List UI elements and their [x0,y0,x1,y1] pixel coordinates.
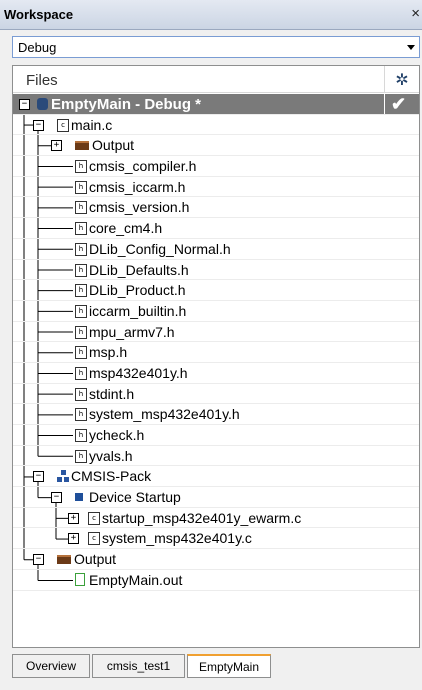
tree-item-label: mpu_armv7.h [89,323,175,340]
collapse-icon[interactable]: − [19,99,30,110]
tree-item-label: iccarm_builtin.h [89,302,187,319]
tab-overview[interactable]: Overview [12,654,90,678]
files-column-header: Files ✲ [13,66,419,93]
header-file-icon: h [75,201,87,215]
tree-item-label: DLib_Defaults.h [89,261,189,278]
tree-item[interactable]: h yvals.h [13,446,419,467]
tree-item[interactable]: h stdint.h [13,384,419,405]
tree-item[interactable]: − CMSIS-Pack [13,466,419,488]
c-file-icon: c [57,118,69,132]
header-file-icon: h [75,242,87,256]
configuration-value: Debug [18,40,57,55]
tree-item-label: cmsis_iccarm.h [89,178,186,195]
window-title: Workspace [4,7,74,22]
cmsis-pack-icon [57,470,70,483]
folder-icon [75,141,89,151]
tree-item[interactable]: + c startup_msp432e401y_ewarm.c [13,508,419,529]
gear-icon[interactable]: ✲ [387,70,417,90]
tree-item[interactable]: h iccarm_builtin.h [13,301,419,322]
close-icon[interactable]: × [411,6,420,22]
tree-item[interactable]: h cmsis_version.h [13,197,419,219]
output-file-icon [75,572,85,586]
collapse-icon[interactable]: − [33,119,44,131]
tree-item[interactable]: h DLib_Product.h [13,280,419,301]
tree-root-project[interactable]: − EmptyMain - Debug * ✔ [13,94,419,115]
expand-icon[interactable]: + [68,533,79,545]
tree-item[interactable]: EmptyMain.out [13,570,419,591]
tree-item-label: EmptyMain.out [89,571,183,588]
tree-item-label: Output [74,551,117,568]
tree-item-label: startup_msp432e401y_ewarm.c [102,509,302,526]
tree-item[interactable]: h cmsis_iccarm.h [13,177,419,198]
collapse-icon[interactable]: − [33,471,44,483]
tree-item-label: yvals.h [89,447,133,464]
header-file-icon: h [75,449,87,463]
header-file-icon: h [75,408,87,422]
project-icon [37,98,48,110]
workspace-titlebar: Workspace × [0,0,422,30]
workspace-tabs: Overview cmsis_test1 EmptyMain [12,654,422,678]
tree-item-label: DLib_Product.h [89,282,186,299]
tree-item-label: stdint.h [89,385,135,402]
header-file-icon: h [75,387,87,401]
tree-item-label: DLib_Config_Normal.h [89,240,231,257]
tree-item-label: cmsis_version.h [89,199,190,216]
files-tree-panel: Files ✲ − EmptyMain - Debug * ✔ − c main.c + Ou… [12,65,420,648]
tree-item-label: CMSIS-Pack [71,468,152,485]
chevron-down-icon[interactable] [407,45,415,50]
tree-item[interactable]: − Output [13,549,419,570]
header-file-icon: h [75,346,87,360]
header-file-icon: h [75,180,87,194]
folder-icon [57,555,71,565]
tree-item-label: ycheck.h [89,427,145,443]
header-file-icon: h [75,325,87,339]
collapse-icon[interactable]: − [51,492,62,504]
header-file-icon: h [75,160,87,174]
expand-icon[interactable]: + [51,140,62,152]
header-file-icon: h [75,304,87,318]
tree-item[interactable]: h DLib_Config_Normal.h [13,239,419,260]
file-tree: − EmptyMain - Debug * ✔ − c main.c + Output h cms… [13,94,419,591]
tree-item-label: msp.h [89,344,128,361]
tree-item-label: Output [92,137,135,154]
tree-item-label: Device Startup [89,489,181,506]
tree-item[interactable]: − c main.c [13,115,419,136]
tree-item-label: core_cm4.h [89,220,163,237]
files-column-label[interactable]: Files [26,72,58,89]
tree-item[interactable]: + Output [13,135,419,157]
header-file-icon: h [75,366,87,380]
tree-item[interactable]: h cmsis_compiler.h [13,156,419,177]
tree-item[interactable]: h system_msp432e401y.h [13,404,419,425]
tree-item[interactable]: h msp.h [13,342,419,363]
header-file-icon: h [75,263,87,277]
checkmark-icon[interactable]: ✔ [391,94,406,114]
collapse-icon[interactable]: − [33,554,44,566]
device-icon [75,493,83,502]
header-file-icon: h [75,284,87,298]
header-file-icon: h [75,222,87,236]
tree-item[interactable]: h mpu_armv7.h [13,322,419,343]
tree-item-label: system_msp432e401y.c [102,530,252,547]
tree-item[interactable]: h DLib_Defaults.h [13,260,419,281]
tree-item[interactable]: − Device Startup [13,487,419,508]
expand-icon[interactable]: + [68,512,79,524]
tree-item-label: EmptyMain - Debug * [51,96,202,113]
tab-cmsis-test1[interactable]: cmsis_test1 [92,654,185,678]
header-file-icon: h [75,429,87,442]
c-file-icon: c [88,511,100,525]
tree-item[interactable]: + c system_msp432e401y.c [13,528,419,550]
tree-item[interactable]: h ycheck.h [13,425,419,446]
tab-emptymain[interactable]: EmptyMain [187,654,271,678]
tree-item-label: main.c [71,116,113,133]
tree-item-label: system_msp432e401y.h [89,406,240,423]
c-file-icon: c [88,532,100,546]
tree-item[interactable]: h core_cm4.h [13,218,419,239]
tree-item-label: msp432e401y.h [89,364,188,381]
tree-item[interactable]: h msp432e401y.h [13,363,419,384]
tree-item-label: cmsis_compiler.h [89,158,197,175]
configuration-dropdown[interactable]: Debug [12,36,420,58]
